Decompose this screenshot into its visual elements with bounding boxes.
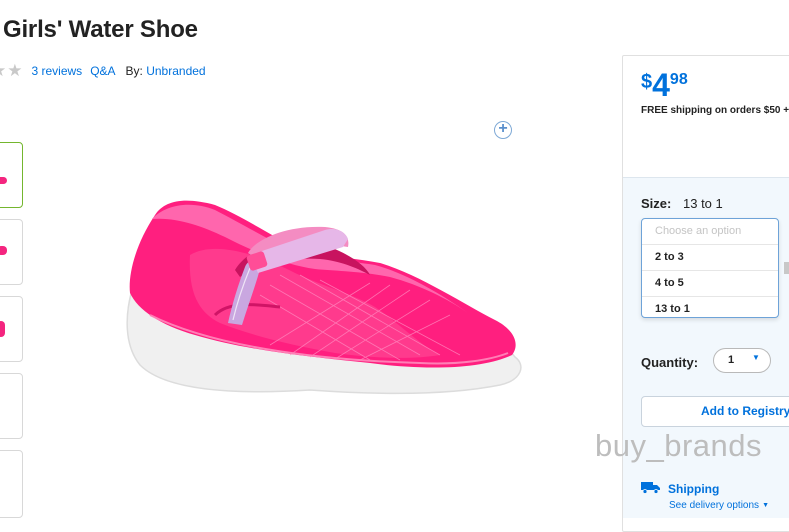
size-option[interactable]: 4 to 5 (642, 271, 778, 297)
size-option[interactable]: 2 to 3 (642, 245, 778, 271)
size-option-placeholder[interactable]: Choose an option (642, 219, 778, 245)
brand-link[interactable]: Unbranded (146, 64, 205, 78)
add-to-registry-button[interactable]: Add to Registry (641, 396, 789, 427)
chevron-down-icon: ▼ (762, 502, 769, 509)
quantity-select[interactable]: 1 ▼ (713, 348, 771, 373)
star-icon: ★ (7, 61, 23, 80)
rating-stars[interactable]: ★ ★ (0, 62, 24, 80)
thumbnail-shoe-preview (0, 177, 7, 184)
shipping-title: Shipping (668, 482, 720, 496)
price-cents: 98 (669, 71, 688, 88)
reviews-link[interactable]: 3 reviews (32, 64, 83, 78)
size-selected-value: 13 to 1 (683, 196, 723, 211)
truck-icon (641, 482, 660, 494)
quantity-value: 1 (728, 354, 735, 366)
size-label: Size: (641, 196, 672, 211)
product-title: Girls' Water Shoe (3, 16, 198, 43)
hidden-content-edge (784, 262, 789, 274)
star-icon: ★ (0, 62, 6, 80)
thumbnail-3[interactable] (0, 296, 23, 362)
brand-byline: By: Unbranded (126, 64, 206, 78)
price-dollars: 4 (652, 67, 670, 103)
thumbnail-shoe-preview (0, 246, 7, 255)
by-label: By: (125, 64, 143, 78)
price-currency: $ (641, 71, 653, 93)
product-image[interactable] (120, 195, 525, 410)
zoom-plus-icon[interactable]: + (494, 121, 512, 139)
delivery-options-link[interactable]: See delivery options ▼ (669, 500, 769, 511)
delivery-options-text: See delivery options (669, 500, 760, 511)
free-shipping-note: FREE shipping on orders $50 + i (641, 105, 789, 116)
thumbnail-4[interactable] (0, 373, 23, 439)
product-price: $498 (641, 68, 688, 102)
quantity-label: Quantity: (641, 355, 699, 370)
product-meta: ★ ★ 3 reviews Q&A By: Unbranded (0, 62, 206, 80)
chevron-down-icon: ▼ (752, 353, 760, 362)
size-dropdown[interactable]: Choose an option 2 to 3 4 to 5 13 to 1 (641, 218, 779, 318)
size-option[interactable]: 13 to 1 (642, 297, 778, 317)
free-shipping-text: FREE shipping on orders $50 + (641, 105, 789, 117)
thumbnail-5[interactable] (0, 450, 23, 518)
thumbnail-1[interactable] (0, 142, 23, 208)
watermark: buy_brands (595, 428, 763, 463)
qa-link[interactable]: Q&A (90, 64, 115, 78)
thumbnail-2[interactable] (0, 219, 23, 285)
thumbnail-shoe-preview (0, 321, 5, 337)
